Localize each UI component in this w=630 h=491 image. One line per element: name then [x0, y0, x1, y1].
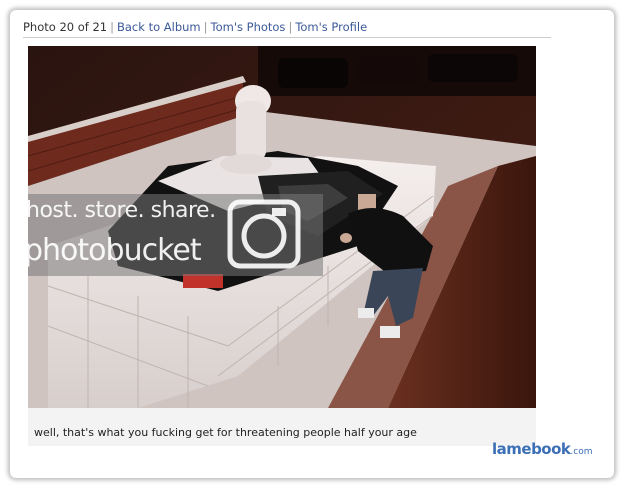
watermark-brand: photobucket	[28, 233, 202, 268]
lamebook-logo: lamebook.com	[492, 440, 592, 458]
photo-caption: well, that's what you fucking get for th…	[34, 426, 417, 439]
brand-name: lamebook	[492, 440, 571, 458]
main-photo[interactable]: host. store. share. photobucket	[28, 46, 536, 408]
back-to-album-link[interactable]: Back to Album	[117, 20, 201, 34]
nav-separator: |	[203, 20, 208, 34]
nav-separator: |	[110, 20, 114, 34]
caption-panel: well, that's what you fucking get for th…	[28, 408, 536, 446]
photo-navigation: Photo 20 of 21 | Back to Album | Tom's Photo…	[23, 20, 367, 34]
nav-separator: |	[288, 20, 293, 34]
toms-photos-link[interactable]: Tom's Photos	[211, 20, 286, 34]
brand-suffix: .com	[570, 447, 593, 457]
photobucket-logo-icon	[227, 199, 301, 269]
nav-divider	[23, 37, 551, 38]
toms-profile-link[interactable]: Tom's Profile	[295, 20, 367, 34]
photo-counter: Photo 20 of 21	[23, 20, 108, 34]
watermark-tagline: host. store. share.	[28, 198, 216, 223]
